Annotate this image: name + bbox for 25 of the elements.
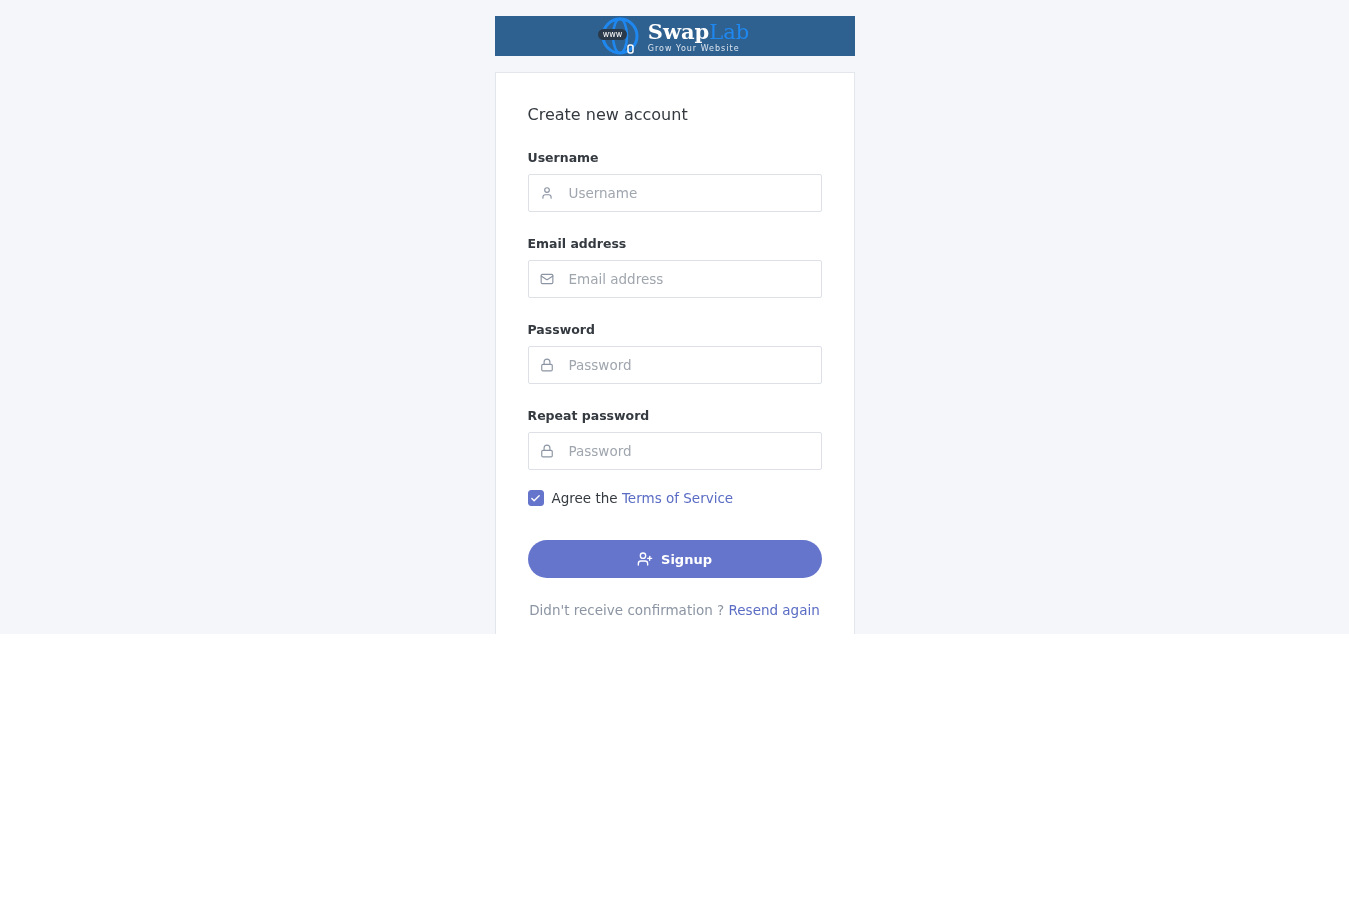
mail-icon	[539, 272, 554, 286]
field-label: Username	[527, 150, 600, 165]
globe-icon	[599, 16, 640, 56]
user-plus-icon	[637, 551, 653, 567]
lock-icon	[539, 358, 554, 372]
input-field[interactable]: Password	[527, 346, 822, 384]
confirmation-text: Didn't receive confirmation ? Resend again	[528, 602, 821, 618]
input-field[interactable]: Email address	[527, 260, 822, 298]
signup-button[interactable]: Signup	[527, 540, 822, 578]
tagline: Grow Your Website	[647, 44, 741, 53]
agree-text: Agree the Terms of Service	[551, 490, 734, 506]
check-icon	[530, 492, 541, 504]
user-icon	[539, 186, 554, 200]
input-field[interactable]: Username	[527, 174, 822, 212]
terms-link[interactable]: Terms of Service	[621, 490, 734, 506]
checkbox[interactable]	[527, 490, 544, 506]
resend-link[interactable]: Resend again	[728, 602, 820, 618]
input-field[interactable]: Password	[527, 432, 822, 470]
brand-name: SwapLab	[647, 19, 750, 44]
field-label: Password	[527, 322, 596, 337]
field-label: Email address	[527, 236, 628, 251]
lock-icon	[539, 444, 554, 458]
logo-badge: www	[597, 29, 628, 40]
form-title: Create new account	[527, 105, 689, 124]
field-label: Repeat password	[527, 408, 651, 423]
